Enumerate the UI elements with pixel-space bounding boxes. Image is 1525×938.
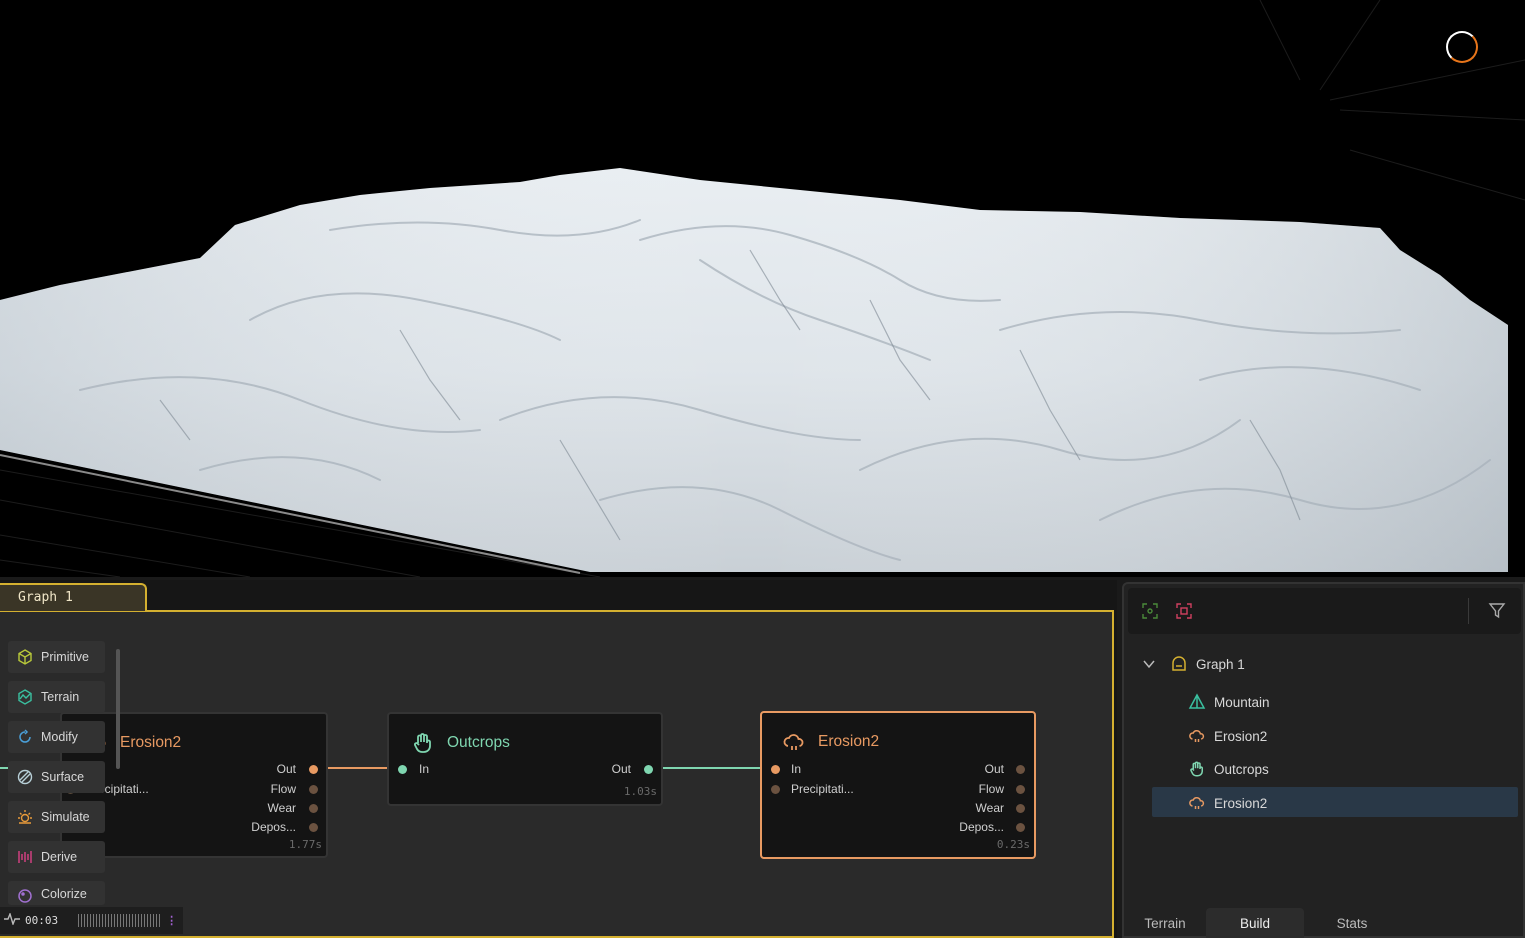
node-title: Outcrops (447, 734, 510, 751)
toolbox-simulate[interactable]: Simulate (8, 801, 105, 833)
toolbox-label: Modify (41, 730, 78, 744)
output-label: Wear (975, 801, 1004, 815)
node-time: 0.23s (996, 838, 1030, 851)
hand-icon (1188, 760, 1206, 778)
output-label: Out (276, 762, 296, 776)
chevron-down-icon[interactable] (1142, 657, 1158, 671)
toolbox-label: Simulate (41, 810, 90, 824)
toolbox-surface[interactable]: Surface (8, 761, 105, 793)
tree-item-graph-root[interactable]: Graph 1 (1142, 655, 1245, 673)
output-label: Flow (978, 782, 1004, 796)
tree-label: Graph 1 (1196, 656, 1245, 672)
output-label: Depos... (251, 820, 296, 834)
output-port[interactable] (309, 765, 318, 774)
input-label: In (419, 762, 430, 776)
output-label: Depos... (959, 820, 1004, 834)
output-port[interactable] (309, 785, 318, 794)
tab-stats[interactable]: Stats (1304, 908, 1400, 938)
toolbox-label: Colorize (41, 887, 87, 901)
tree-item-erosion2-selected[interactable]: Erosion2 (1188, 794, 1267, 812)
tree-item-outcrops[interactable]: Outcrops (1188, 760, 1269, 778)
output-port[interactable] (1016, 804, 1025, 813)
cloud-rain-icon (1188, 794, 1206, 812)
toolbox-label: Surface (41, 770, 85, 784)
tree-label: Erosion2 (1214, 795, 1268, 811)
toolbox-label: Derive (41, 850, 78, 864)
toolbox-label: Primitive (41, 650, 89, 664)
tree-label: Erosion2 (1214, 728, 1268, 744)
output-label: Wear (267, 801, 296, 815)
cloud-rain-icon (782, 730, 806, 754)
mountain-icon (1188, 693, 1206, 711)
toolbox-label: Terrain (41, 690, 80, 704)
node-time: 1.03s (623, 785, 657, 798)
tab-terrain[interactable]: Terrain (1124, 908, 1206, 938)
surface-icon (16, 768, 34, 786)
input-label: Precipitati... (791, 782, 854, 796)
filter-icon[interactable] (1488, 602, 1506, 625)
frame-icon[interactable] (1176, 603, 1192, 624)
output-label: Flow (270, 782, 296, 796)
outliner-toolbar (1128, 588, 1521, 634)
output-port[interactable] (1016, 765, 1025, 774)
node-outcrops[interactable]: Outcrops In Out 1.03s (387, 712, 663, 806)
panel-tabs: Terrain Build Stats (1124, 908, 1525, 938)
output-label: Out (984, 762, 1004, 776)
node-title: Erosion2 (818, 733, 880, 750)
graph-icon (1170, 655, 1188, 673)
node-erosion2-selected[interactable]: Erosion2 In Precipitati... Out Flow Wear… (760, 711, 1036, 859)
derive-icon (16, 848, 34, 866)
activity-waveform (78, 914, 161, 927)
toolbox-terrain[interactable]: Terrain (8, 681, 105, 713)
toolbar-divider (1468, 598, 1469, 624)
tree-item-mountain[interactable]: Mountain (1188, 693, 1270, 711)
output-port[interactable] (1016, 785, 1025, 794)
terrain-icon (16, 688, 34, 706)
modify-icon (16, 728, 34, 746)
tree-item-erosion2[interactable]: Erosion2 (1188, 727, 1267, 745)
toolbox-primitive[interactable]: Primitive (8, 641, 105, 673)
input-port[interactable] (771, 785, 780, 794)
more-icon[interactable]: ⋮ (166, 914, 177, 927)
tree-label: Mountain (1214, 694, 1270, 710)
palette-icon (16, 887, 34, 905)
outliner-panel: Graph 1 Mountain Erosion2 Outcrops Erosi… (1122, 582, 1525, 938)
hand-icon (411, 731, 435, 755)
node-time: 1.77s (288, 838, 322, 851)
toolbox-derive[interactable]: Derive (8, 841, 105, 873)
sun-icon (16, 808, 34, 826)
tab-build[interactable]: Build (1206, 908, 1304, 938)
toolbox-scrollbar[interactable] (116, 649, 120, 769)
node-title: Erosion2 (120, 734, 182, 751)
status-bar: 00:03 ⋮ (0, 907, 183, 934)
toolbox-colorize[interactable]: Colorize (8, 881, 105, 905)
output-label: Out (611, 762, 631, 776)
tree-label: Outcrops (1214, 761, 1269, 777)
toolbox-modify[interactable]: Modify (8, 721, 105, 753)
node-toolbox: Primitive Terrain Modify Surface Simulat… (8, 641, 105, 911)
cube-icon (16, 648, 34, 666)
activity-icon (4, 911, 20, 928)
cloud-rain-icon (1188, 727, 1206, 745)
input-label: In (791, 762, 802, 776)
output-port[interactable] (644, 765, 653, 774)
output-port[interactable] (309, 804, 318, 813)
input-port[interactable] (398, 765, 407, 774)
output-port[interactable] (309, 823, 318, 832)
output-port[interactable] (1016, 823, 1025, 832)
focus-icon[interactable] (1142, 603, 1158, 624)
elapsed-time: 00:03 (25, 914, 59, 927)
input-port[interactable] (771, 765, 780, 774)
